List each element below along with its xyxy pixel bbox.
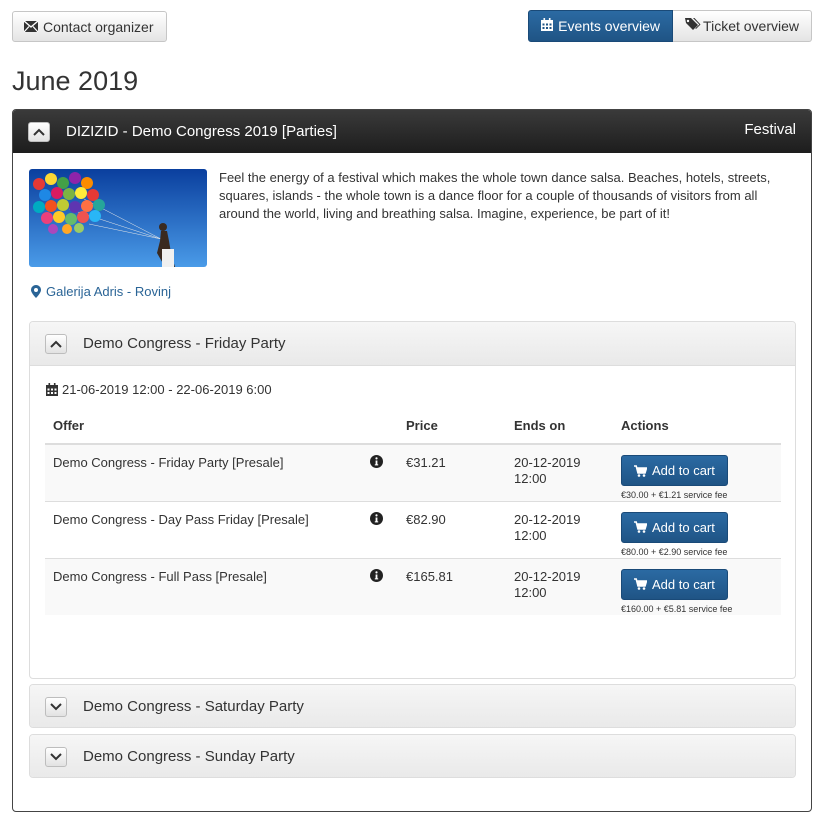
info-icon[interactable] — [370, 455, 383, 471]
offer-price: €31.21 — [398, 443, 506, 501]
add-to-cart-label: Add to cart — [652, 463, 715, 478]
view-switcher: Events overview Ticket overview — [528, 10, 812, 42]
offer-actions: Add to cart €30.00 + €1.21 service fee — [613, 443, 781, 501]
offer-ends-on: 20-12-2019 12:00 — [506, 557, 613, 615]
event-location-label: Galerija Adris - Rovinj — [46, 284, 171, 299]
ends-time: 12:00 — [514, 584, 547, 600]
add-to-cart-button[interactable]: Add to cart — [621, 568, 728, 600]
sub-event-expand-toggle[interactable] — [45, 696, 67, 717]
sub-event-panel-sunday: Demo Congress - Sunday Party — [29, 734, 796, 778]
date-range: 21-06-2019 12:00 - 22-06-2019 6:00 — [46, 382, 272, 397]
chevron-down-icon — [50, 748, 62, 766]
add-to-cart-label: Add to cart — [652, 576, 715, 592]
sub-event-collapse-toggle[interactable] — [45, 333, 67, 354]
table-row: Demo Congress - Friday Party [Presale] €… — [45, 443, 781, 501]
service-fee: €30.00 + €1.21 service fee — [621, 490, 728, 500]
date-range-label: 21-06-2019 12:00 - 22-06-2019 6:00 — [62, 382, 272, 397]
event-category: Festival — [744, 121, 796, 138]
envelope-icon — [23, 19, 39, 35]
table-row: Demo Congress - Day Pass Friday [Presale… — [45, 500, 781, 558]
sub-event-title: Demo Congress - Sunday Party — [83, 748, 295, 765]
ticket-overview-label: Ticket overview — [703, 18, 799, 34]
event-title: DIZIZID - Demo Congress 2019 [Parties] — [66, 123, 337, 140]
column-header-actions: Actions — [613, 407, 781, 445]
info-icon[interactable] — [370, 511, 383, 528]
shopping-cart-icon — [634, 521, 647, 533]
service-fee: €160.00 + €5.81 service fee — [621, 603, 733, 614]
sub-event-expand-toggle[interactable] — [45, 746, 67, 767]
month-heading: June 2019 — [12, 66, 139, 96]
contact-organizer-label: Contact organizer — [43, 18, 154, 35]
add-to-cart-label: Add to cart — [652, 519, 715, 535]
shopping-cart-icon — [634, 464, 647, 477]
add-to-cart-button[interactable]: Add to cart — [621, 455, 728, 486]
column-header-ends-on: Ends on — [506, 407, 613, 445]
column-header-price: Price — [398, 407, 506, 445]
offers-table: Offer Price Ends on Actions Demo Congres… — [45, 407, 781, 615]
events-overview-button[interactable]: Events overview — [528, 10, 674, 42]
event-header: DIZIZID - Demo Congress 2019 [Parties] F… — [13, 110, 811, 153]
column-header-offer: Offer — [45, 407, 362, 445]
add-to-cart-button[interactable]: Add to cart — [621, 511, 728, 543]
ticket-overview-button[interactable]: Ticket overview — [673, 10, 812, 42]
event-image — [29, 169, 207, 267]
chevron-down-icon — [50, 698, 62, 716]
offer-name: Demo Congress - Friday Party [Presale] — [45, 443, 362, 501]
calendar-icon — [46, 383, 58, 396]
table-header-row: Offer Price Ends on Actions — [45, 407, 781, 445]
offer-ends-on: 20-12-2019 12:00 — [506, 443, 613, 501]
map-marker-icon — [31, 285, 41, 298]
sub-event-header: Demo Congress - Sunday Party — [30, 735, 795, 777]
calendar-icon — [541, 18, 554, 34]
sub-event-title: Demo Congress - Saturday Party — [83, 698, 304, 715]
offer-price: €82.90 — [398, 500, 506, 558]
sub-event-panel-friday: Demo Congress - Friday Party 21-06-2019 … — [29, 321, 796, 679]
tags-icon — [685, 18, 701, 34]
sub-event-panel-saturday: Demo Congress - Saturday Party — [29, 684, 796, 728]
offer-name: Demo Congress - Full Pass [Presale] — [45, 557, 362, 615]
contact-organizer-button[interactable]: Contact organizer — [12, 11, 167, 42]
offer-price: €165.81 — [398, 557, 506, 615]
service-fee: €80.00 + €2.90 service fee — [621, 546, 728, 557]
ends-date: 20-12-2019 — [514, 455, 581, 470]
info-icon[interactable] — [370, 568, 383, 585]
ends-time: 12:00 — [514, 471, 547, 486]
events-overview-label: Events overview — [558, 18, 661, 34]
offer-ends-on: 20-12-2019 12:00 — [506, 500, 613, 558]
chevron-up-icon — [33, 123, 45, 141]
sub-event-header: Demo Congress - Friday Party — [30, 322, 795, 366]
table-row: Demo Congress - Full Pass [Presale] €165… — [45, 557, 781, 615]
shopping-cart-icon — [634, 578, 647, 590]
offer-actions: Add to cart €160.00 + €5.81 service fee — [613, 557, 781, 615]
column-header-info — [362, 407, 398, 445]
event-panel: DIZIZID - Demo Congress 2019 [Parties] F… — [12, 109, 812, 812]
event-description: Feel the energy of a festival which make… — [219, 170, 771, 221]
chevron-up-icon — [50, 335, 62, 353]
ends-date: 20-12-2019 — [514, 568, 581, 584]
ends-time: 12:00 — [514, 527, 547, 543]
event-collapse-toggle[interactable] — [28, 121, 50, 142]
offer-actions: Add to cart €80.00 + €2.90 service fee — [613, 500, 781, 558]
sub-event-header: Demo Congress - Saturday Party — [30, 685, 795, 727]
sub-event-title: Demo Congress - Friday Party — [83, 335, 286, 352]
event-location-link[interactable]: Galerija Adris - Rovinj — [31, 284, 171, 299]
ends-date: 20-12-2019 — [514, 511, 581, 527]
offer-name: Demo Congress - Day Pass Friday [Presale… — [45, 500, 362, 558]
